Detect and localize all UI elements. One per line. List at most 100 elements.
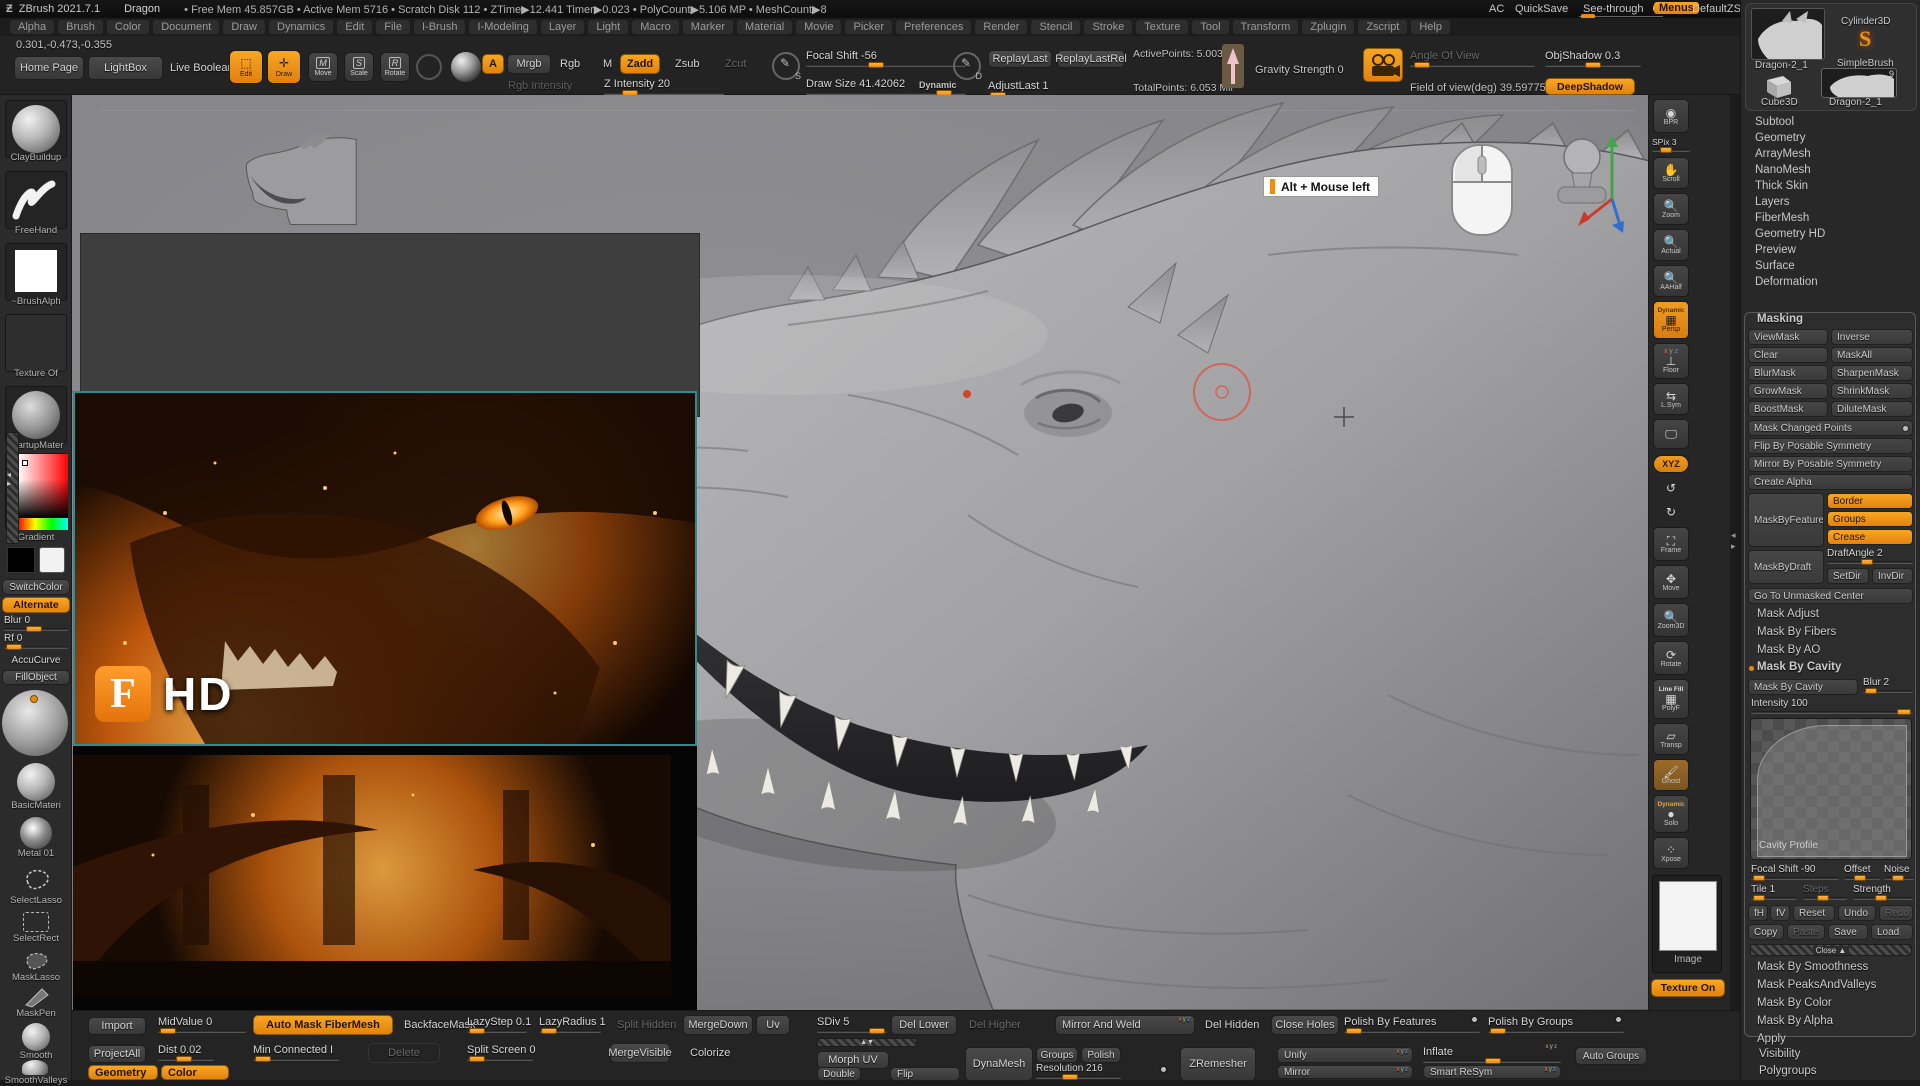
menu-i-brush[interactable]: I-Brush (414, 20, 465, 34)
menu-transform[interactable]: Transform (1233, 20, 1299, 34)
texture-image-thumb[interactable] (1659, 881, 1717, 951)
rf-slider[interactable]: Rf 0 (4, 633, 68, 649)
polish-by-groups-slider[interactable]: Polish By Groups (1488, 1016, 1624, 1033)
cavity-profile-editor[interactable]: Cavity Profile (1750, 718, 1912, 860)
inflate-slider[interactable]: Inflate xyz (1423, 1046, 1561, 1063)
cavity-offset-slider[interactable]: Offset (1844, 864, 1880, 880)
lightbox-button[interactable]: LightBox (88, 56, 163, 80)
rgb-button[interactable]: Rgb (553, 54, 587, 74)
curve-close-bar[interactable]: Close ▲ (1750, 944, 1912, 956)
strip-spix-slider[interactable]: SPix 3 (1652, 137, 1690, 152)
mask-by-draft-button[interactable]: MaskByDraft (1748, 550, 1824, 584)
menu-file[interactable]: File (376, 20, 410, 34)
colorize-button[interactable]: Colorize (683, 1043, 737, 1063)
m-button[interactable]: M (596, 54, 619, 74)
replay-last-rel-button[interactable]: ReplayLastRel (1057, 50, 1125, 68)
lazyradius-slider[interactable]: LazyRadius 1 (539, 1016, 601, 1033)
del-higher-button[interactable]: Del Higher (962, 1015, 1028, 1035)
shrinkmask-button[interactable]: ShrinkMask (1831, 383, 1913, 399)
polygroups-section[interactable]: Polygroups (1759, 1065, 1817, 1077)
polish-by-features-slider[interactable]: Polish By Features (1344, 1016, 1480, 1033)
reference-photo-2[interactable] (73, 755, 671, 995)
strip-zoom-button[interactable]: 🔍Zoom (1653, 193, 1689, 225)
fh-button[interactable]: fH (1748, 905, 1768, 921)
sdiv-slider[interactable]: SDiv 5 (817, 1016, 887, 1033)
menu-texture[interactable]: Texture (1136, 20, 1188, 34)
strip-solo-button[interactable]: Dynamic●Solo (1653, 795, 1689, 833)
stroke-icon[interactable]: S ✎ (772, 52, 800, 80)
current-material-icon[interactable] (451, 52, 481, 82)
replay-icon[interactable]: D ✎ (953, 52, 981, 80)
geometry-toggle-button[interactable]: Geometry (88, 1065, 158, 1080)
sdiv-divider[interactable]: ▲▼ (817, 1038, 917, 1047)
zremesher-button[interactable]: ZRemesher (1180, 1047, 1256, 1081)
merge-down-button[interactable]: MergeDown (683, 1015, 753, 1035)
menu-draw[interactable]: Draw (223, 20, 265, 34)
midvalue-slider[interactable]: MidValue 0 (158, 1016, 246, 1033)
sharpenmask-button[interactable]: SharpenMask (1831, 365, 1913, 381)
angle-of-view-slider[interactable]: Angle Of View (1410, 50, 1535, 67)
menu-zplugin[interactable]: Zplugin (1302, 20, 1354, 34)
simple-brush-glyph[interactable]: S (1859, 26, 1871, 52)
double-button[interactable]: Double (817, 1067, 861, 1081)
document-canvas[interactable]: Alt + Mouse left (72, 95, 1648, 1010)
cavity-steps-slider[interactable]: Steps (1803, 884, 1847, 900)
mask-by-color-header[interactable]: Mask By Color (1757, 997, 1832, 1009)
current-brush-thumb[interactable] (5, 100, 67, 158)
strip-rotate-y-button[interactable]: ↺ (1653, 477, 1689, 499)
panel-divider-arrows[interactable]: ◂▸ (1731, 530, 1736, 552)
alternate-button[interactable]: Alternate (2, 597, 70, 613)
texture-image-well[interactable]: Image (1652, 875, 1722, 973)
strip-aahalf-button[interactable]: 🔍AAHalf (1653, 265, 1689, 297)
mrgb-button[interactable]: Mrgb (507, 54, 551, 74)
blurmask-button[interactable]: BlurMask (1748, 365, 1828, 381)
mask-by-fibers-header[interactable]: Mask By Fibers (1757, 626, 1836, 638)
setdir-button[interactable]: SetDir (1827, 568, 1869, 584)
menu-macro[interactable]: Macro (632, 20, 679, 34)
strip-ghost-button[interactable]: 🖌Ghost (1653, 759, 1689, 791)
section-layers[interactable]: Layers (1741, 194, 1920, 210)
visibility-section[interactable]: Visibility (1759, 1048, 1800, 1060)
auto-mask-fibermesh-button[interactable]: Auto Mask FiberMesh (253, 1015, 393, 1035)
obj-shadow-slider[interactable]: ObjShadow 0.3 (1545, 50, 1641, 67)
mask-by-alpha-header[interactable]: Mask By Alpha (1757, 1015, 1833, 1027)
dilutemask-button[interactable]: DiluteMask (1831, 401, 1913, 417)
strip-scroll-button[interactable]: ✋Scroll (1653, 157, 1689, 189)
maskall-button[interactable]: MaskAll (1831, 347, 1913, 363)
strip-move-button[interactable]: ✥Move (1653, 565, 1689, 599)
strip-actual-button[interactable]: 🔍Actual (1653, 229, 1689, 261)
section-geometry[interactable]: Geometry (1741, 130, 1920, 146)
mirror-button[interactable]: Mirror xyz (1277, 1065, 1413, 1079)
unify-button[interactable]: Unify xyz (1277, 1047, 1413, 1063)
del-lower-button[interactable]: Del Lower (891, 1015, 957, 1035)
mask-lasso-icon[interactable] (20, 948, 54, 974)
focal-shift-slider[interactable]: Focal Shift -56 (806, 50, 966, 67)
mask-by-smoothness-header[interactable]: Mask By Smoothness (1757, 961, 1868, 973)
color-sphere-preview[interactable] (2, 690, 68, 756)
strip-zoom3d-button[interactable]: 🔍Zoom3D (1653, 603, 1689, 637)
active-tool-thumb[interactable] (1751, 8, 1825, 60)
close-holes-button[interactable]: Close Holes (1271, 1015, 1339, 1035)
polish-features-dot-icon[interactable] (1472, 1017, 1477, 1022)
cavity-focal-shift-slider[interactable]: Focal Shift -90 (1751, 864, 1839, 880)
lazystep-slider[interactable]: LazyStep 0.1 (467, 1016, 527, 1033)
smooth-brush-icon[interactable] (22, 1023, 50, 1051)
growmask-button[interactable]: GrowMask (1748, 383, 1828, 399)
polish-button[interactable]: Polish (1081, 1047, 1121, 1063)
current-texture-thumb[interactable] (5, 314, 67, 372)
a-button[interactable]: A (482, 54, 504, 74)
mask-by-ao-header[interactable]: Mask By AO (1757, 644, 1820, 656)
strip-floor-button[interactable]: x y z ⊥Floor (1653, 343, 1689, 379)
cavity-blur-slider[interactable]: Blur 2 (1863, 677, 1913, 693)
curve-redo-button[interactable]: Redo (1879, 905, 1913, 921)
polish-groups-dot-icon[interactable] (1616, 1017, 1621, 1022)
zadd-button[interactable]: Zadd (620, 54, 660, 74)
section-fibermesh[interactable]: FiberMesh (1741, 210, 1920, 226)
cavity-tile-slider[interactable]: Tile 1 (1751, 884, 1797, 900)
menu-edit[interactable]: Edit (337, 20, 372, 34)
mask-changed-points-button[interactable]: Mask Changed Points (1748, 420, 1913, 436)
apply-header[interactable]: Apply (1757, 1033, 1786, 1045)
color-toggle-button[interactable]: Color (161, 1065, 229, 1080)
dynamesh-dot-icon[interactable] (1161, 1067, 1166, 1072)
rotate-button[interactable]: RRotate (380, 52, 410, 82)
